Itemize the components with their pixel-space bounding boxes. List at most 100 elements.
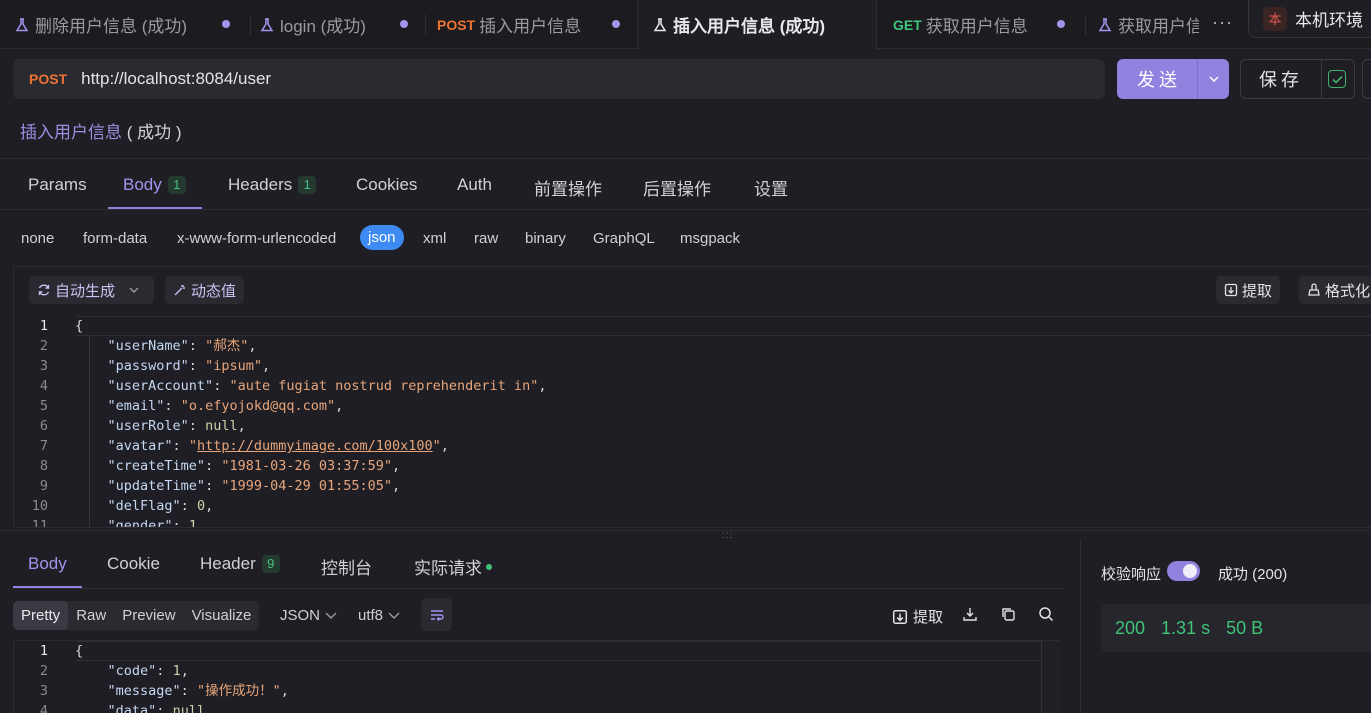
drag-handle-icon[interactable]: :::	[722, 531, 733, 541]
chevron-down-icon	[129, 287, 139, 293]
code-line: 10 "delFlag": 0,	[31, 498, 214, 514]
unsaved-dot	[612, 20, 620, 28]
copy-icon[interactable]	[1000, 606, 1016, 622]
tab-insert-user-success[interactable]: 插入用户信息 (成功)	[637, 0, 877, 49]
code-line: 5 "email": "o.efyojokd@qq.com",	[39, 398, 344, 414]
view-raw[interactable]: Raw	[68, 601, 114, 630]
tab-body[interactable]: Body 1	[123, 175, 186, 195]
extract-icon	[1224, 283, 1238, 297]
response-metrics: 200 1.31 s 50 B	[1101, 604, 1371, 652]
view-visualize[interactable]: Visualize	[184, 601, 260, 630]
body-type-urlencoded[interactable]: x-www-form-urlencoded	[177, 230, 336, 247]
chevron-down-icon[interactable]	[1198, 76, 1229, 82]
tab-get-user-2[interactable]: 获取用户信	[1097, 0, 1199, 49]
tab-settings[interactable]: 设置	[754, 175, 788, 200]
active-tab-indicator	[108, 207, 202, 209]
format-select[interactable]: JSON	[280, 607, 337, 624]
body-type-raw[interactable]: raw	[474, 230, 498, 247]
more-tabs-icon[interactable]: ···	[1212, 12, 1233, 33]
environment-selector[interactable]: 本 本机环境	[1248, 0, 1371, 38]
send-button[interactable]: 发送	[1117, 59, 1229, 99]
tab-pre-script[interactable]: 前置操作	[534, 175, 602, 200]
tab-delete-user[interactable]: 删除用户信息 (成功)	[14, 0, 250, 49]
check-icon[interactable]	[1328, 70, 1346, 88]
code-line: 2 "userName": "郝杰",	[39, 338, 257, 354]
scrollbar[interactable]	[1041, 641, 1059, 713]
format-button[interactable]: 格式化	[1299, 276, 1371, 304]
count-badge: 1	[167, 176, 186, 194]
extract-button[interactable]: 提取	[1216, 276, 1281, 304]
response-summary-panel: 校验响应 成功 (200) 200 1.31 s 50 B	[1080, 539, 1371, 713]
tab-params[interactable]: Params	[28, 175, 87, 195]
code-line: 8 "createTime": "1981-03-26 03:37:59",	[39, 458, 401, 474]
broom-icon	[1308, 283, 1320, 296]
code-line: 9 "updateTime": "1999-04-29 01:55:05",	[39, 478, 401, 494]
response-time: 1.31 s	[1161, 617, 1211, 638]
body-type-msgpack[interactable]: msgpack	[680, 230, 740, 247]
panel-splitter[interactable]	[0, 530, 1371, 539]
more-actions-button[interactable]	[1362, 59, 1371, 99]
search-icon[interactable]	[1038, 606, 1054, 622]
view-mode-segmented: Pretty Raw Preview Visualize	[13, 601, 260, 630]
tab-get-user[interactable]: GET 获取用户信息	[893, 0, 1083, 49]
resp-tab-console[interactable]: 控制台	[321, 554, 372, 579]
word-wrap-button[interactable]	[421, 598, 452, 631]
response-panel: Body Cookie Header 9 控制台 实际请求 Pretty Raw …	[0, 539, 1080, 713]
request-name[interactable]: 插入用户信息 ( 成功 )	[20, 118, 182, 143]
tab-auth[interactable]: Auth	[457, 175, 492, 195]
view-preview[interactable]: Preview	[114, 601, 183, 630]
code-line: 6 "userRole": null,	[39, 418, 246, 434]
method-selector[interactable]: POST	[29, 71, 67, 87]
body-type-binary[interactable]: binary	[525, 230, 566, 247]
count-badge: 9	[261, 555, 280, 573]
save-button[interactable]: 保存	[1240, 59, 1355, 99]
body-type-graphql[interactable]: GraphQL	[593, 230, 655, 247]
resp-extract-button[interactable]: 提取	[892, 606, 943, 627]
resp-tab-header[interactable]: Header 9	[200, 554, 280, 574]
auto-generate-button[interactable]: 自动生成	[29, 276, 154, 304]
resp-tab-body[interactable]: Body	[28, 554, 67, 574]
view-pretty[interactable]: Pretty	[13, 601, 69, 630]
response-body-viewer[interactable]: 1{ 2 "code": 1, 3 "message": "操作成功！", 4 …	[13, 640, 1060, 713]
tab-login[interactable]: login (成功)	[259, 0, 419, 49]
body-type-xml[interactable]: xml	[423, 230, 446, 247]
code-line: 2 "code": 1,	[39, 663, 189, 679]
resp-tab-actual-request[interactable]: 实际请求	[414, 554, 492, 579]
env-label: 本机环境	[1295, 11, 1363, 30]
encoding-select[interactable]: utf8	[358, 607, 400, 624]
refresh-icon	[38, 284, 50, 296]
tab-post-script[interactable]: 后置操作	[643, 175, 711, 200]
body-type-form-data[interactable]: form-data	[83, 230, 147, 247]
tab-insert-user-post[interactable]: POST 插入用户信息	[437, 0, 633, 49]
url-input[interactable]: http://localhost:8084/user	[81, 69, 271, 89]
code-line: 3 "message": "操作成功！",	[39, 683, 289, 699]
body-type-none[interactable]: none	[21, 230, 54, 247]
tab-headers[interactable]: Headers 1	[228, 175, 317, 195]
code-line: 11 "gender": 1	[31, 518, 197, 528]
flask-icon	[259, 17, 275, 33]
chevron-down-icon	[325, 612, 337, 619]
chevron-down-icon	[388, 612, 400, 619]
request-body-editor[interactable]: 1{ 2 "userName": "郝杰", 3 "password": "ip…	[13, 316, 1371, 528]
validate-status: 成功 (200)	[1218, 566, 1288, 583]
download-icon[interactable]	[962, 606, 978, 622]
dynamic-value-button[interactable]: 动态值	[165, 276, 245, 304]
tab-cookies[interactable]: Cookies	[356, 175, 417, 195]
flask-icon	[1097, 17, 1113, 33]
active-tab-indicator	[13, 586, 82, 588]
validate-toggle[interactable]	[1167, 561, 1200, 581]
body-type-json[interactable]: json	[360, 225, 404, 250]
request-tabs: Params Body 1 Headers 1 Cookies Auth 前置操作 …	[0, 160, 1371, 210]
code-line: 3 "password": "ipsum",	[39, 358, 271, 374]
magic-wand-icon	[174, 285, 185, 296]
status-dot	[486, 563, 492, 570]
resp-tab-cookie[interactable]: Cookie	[107, 554, 160, 574]
method-badge: GET	[893, 16, 922, 33]
env-badge: 本	[1263, 6, 1287, 31]
wrap-icon	[430, 609, 444, 621]
code-line: 4 "userAccount": "aute fugiat nostrud re…	[39, 378, 547, 394]
request-tab-bar: 删除用户信息 (成功) login (成功) POST 插入用户信息 插入用户信…	[0, 0, 1371, 49]
code-line: 4 "data": null	[39, 703, 206, 713]
url-bar[interactable]: POST http://localhost:8084/user	[13, 59, 1105, 99]
method-badge: POST	[437, 16, 476, 33]
